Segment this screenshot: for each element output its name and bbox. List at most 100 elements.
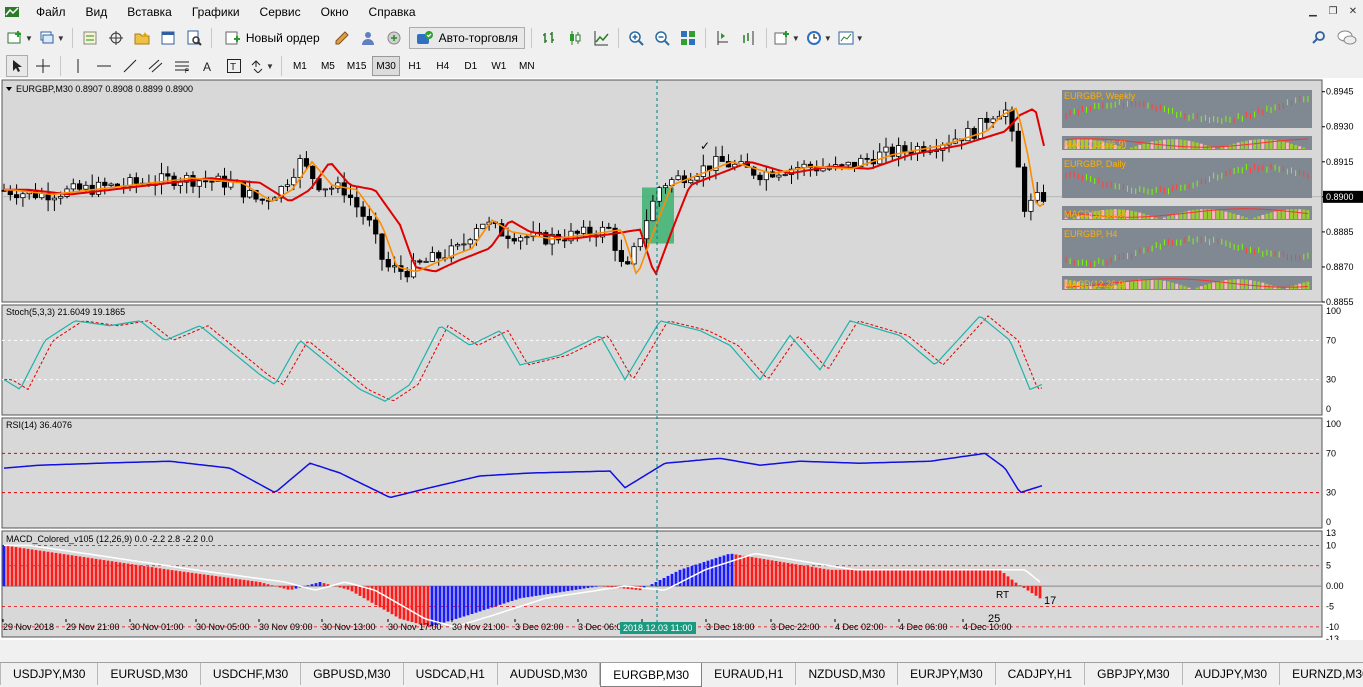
chart-tab[interactable]: USDCHF,M30 <box>201 663 302 685</box>
tester-button[interactable] <box>183 27 205 49</box>
chart-tab[interactable]: NZDUSD,M30 <box>796 663 899 685</box>
channel-tool[interactable] <box>145 55 167 77</box>
chart-tab[interactable]: EURUSD,M30 <box>98 663 201 685</box>
macd-histogram-bar <box>762 559 766 587</box>
terminal-button[interactable] <box>157 27 179 49</box>
macd-histogram-bar <box>582 586 586 589</box>
profiles-button[interactable]: ▼ <box>38 27 66 49</box>
timeframe-d1[interactable]: D1 <box>458 56 484 76</box>
svg-text:A: A <box>203 60 211 73</box>
minimize-icon[interactable]: ▁ <box>1306 5 1320 18</box>
autotrading-button[interactable]: Авто-торговля <box>408 27 525 49</box>
chart-tab[interactable]: EURAUD,H1 <box>702 663 797 685</box>
menu-5[interactable]: Окно <box>311 0 359 24</box>
zoom-in-button[interactable] <box>625 27 647 49</box>
search-button[interactable] <box>1308 27 1330 49</box>
candle-body <box>845 161 851 166</box>
fibonacci-tool[interactable]: F <box>171 55 193 77</box>
horizontal-line-tool[interactable] <box>93 55 115 77</box>
macd-annotation: RT <box>996 590 1009 601</box>
trendline-tool[interactable] <box>119 55 141 77</box>
label-tool[interactable]: T <box>223 55 245 77</box>
menu-3[interactable]: Графики <box>182 0 250 24</box>
chart-tab[interactable]: GBPJPY,M30 <box>1085 663 1183 685</box>
macd-histogram-bar <box>194 573 198 587</box>
timeframe-m1[interactable]: M1 <box>287 56 313 76</box>
mini-chart-label: MACD(12,26,9) <box>1064 139 1127 149</box>
metaeditor-button[interactable] <box>331 27 353 49</box>
options-button[interactable] <box>357 27 379 49</box>
restore-icon[interactable]: ❐ <box>1326 5 1340 18</box>
chart-tab[interactable]: EURNZD,M30 <box>1280 663 1363 685</box>
chart-tab[interactable]: CADJPY,H1 <box>996 663 1086 685</box>
macd-histogram-bar <box>806 566 810 587</box>
chart-window[interactable]: 0.89450.89300.89150.89000.88850.88700.88… <box>0 78 1363 640</box>
macd-histogram-bar <box>850 569 854 587</box>
chart-tab[interactable]: USDJPY,M30 <box>1 663 99 685</box>
chart-tab[interactable]: EURGBP,M30 <box>600 663 703 687</box>
macd-histogram-bar <box>458 586 462 618</box>
new-order-button[interactable]: Новый ордер <box>218 27 327 49</box>
vertical-line-tool[interactable] <box>67 55 89 77</box>
line-chart-button[interactable] <box>590 27 612 49</box>
candle-body <box>511 238 517 242</box>
menu-2[interactable]: Вставка <box>117 0 182 24</box>
text-tool[interactable]: A <box>197 55 219 77</box>
candle-body <box>524 236 530 239</box>
arrows-tool[interactable]: ▼ <box>249 55 275 77</box>
macd-histogram-bar <box>846 569 850 587</box>
chart-tab[interactable]: EURJPY,M30 <box>898 663 996 685</box>
chart-tab[interactable]: USDCAD,H1 <box>404 663 498 685</box>
navigator-button[interactable] <box>131 27 153 49</box>
candle-body <box>574 230 580 234</box>
chart-shift-button[interactable] <box>738 27 760 49</box>
mini-macd-bar <box>1142 143 1146 149</box>
periods-button[interactable]: ▼ <box>805 27 833 49</box>
bar-chart-button[interactable] <box>538 27 560 49</box>
menu-0[interactable]: Файл <box>26 0 76 24</box>
autoscroll-button[interactable] <box>712 27 734 49</box>
menu-6[interactable]: Справка <box>359 0 426 24</box>
crosshair-tool[interactable] <box>32 55 54 77</box>
data-window-button[interactable] <box>105 27 127 49</box>
timeframe-mn[interactable]: MN <box>514 56 540 76</box>
indicators-button[interactable]: ▼ <box>773 27 801 49</box>
mini-macd-bar <box>1212 147 1216 149</box>
close-icon[interactable]: ✕ <box>1346 5 1360 18</box>
chat-button[interactable] <box>1336 27 1358 49</box>
signals-button[interactable] <box>383 27 405 49</box>
chart-tab[interactable]: AUDJPY,M30 <box>1183 663 1281 685</box>
chart-canvas[interactable]: 0.89450.89300.89150.89000.88850.88700.88… <box>0 78 1363 640</box>
menu-1[interactable]: Вид <box>76 0 118 24</box>
timeframe-m30[interactable]: M30 <box>372 56 400 76</box>
candle-body <box>675 175 681 180</box>
tile-windows-button[interactable] <box>677 27 699 49</box>
timeframe-w1[interactable]: W1 <box>486 56 512 76</box>
candlestick-button[interactable] <box>564 27 586 49</box>
timeframe-m15[interactable]: M15 <box>343 56 370 76</box>
mini-macd-bar <box>1150 279 1154 289</box>
macd-histogram-bar <box>798 564 802 587</box>
macd-histogram-bar <box>1002 573 1006 587</box>
new-chart-button[interactable]: ▼ <box>6 27 34 49</box>
candle-body <box>864 157 870 160</box>
templates-button[interactable]: ▼ <box>837 27 865 49</box>
chart-tab[interactable]: GBPUSD,M30 <box>301 663 404 685</box>
timeframe-m5[interactable]: M5 <box>315 56 341 76</box>
timeframe-h4[interactable]: H4 <box>430 56 456 76</box>
macd-histogram-bar <box>242 579 246 587</box>
template-icon <box>838 31 854 45</box>
terminal-icon <box>161 31 175 45</box>
candle-body <box>518 237 524 242</box>
macd-histogram-bar <box>726 554 730 587</box>
macd-histogram-bar <box>322 583 326 587</box>
cursor-tool[interactable] <box>6 55 28 77</box>
macd-histogram-bar <box>46 551 50 587</box>
menu-4[interactable]: Сервис <box>250 0 311 24</box>
chart-tab[interactable]: AUDUSD,M30 <box>498 663 601 685</box>
macd-histogram-bar <box>210 575 214 587</box>
market-watch-button[interactable] <box>79 27 101 49</box>
timeframe-h1[interactable]: H1 <box>402 56 428 76</box>
macd-histogram-bar <box>1038 586 1042 599</box>
zoom-out-button[interactable] <box>651 27 673 49</box>
